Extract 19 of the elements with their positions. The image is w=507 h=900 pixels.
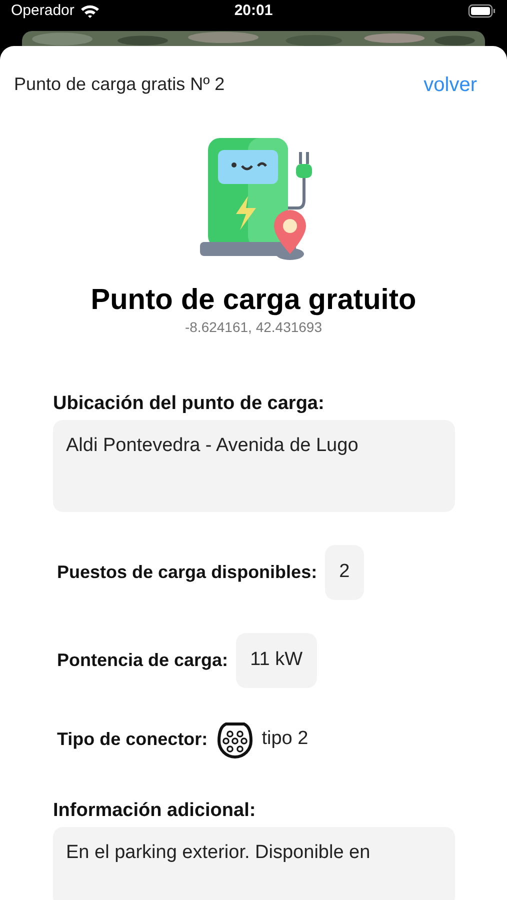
status-time: 20:01	[234, 1, 273, 21]
sheet-title: Punto de carga gratis Nº 2	[14, 73, 225, 96]
additional-label: Información adicional:	[53, 798, 257, 822]
wifi-icon	[80, 4, 100, 18]
battery-icon	[468, 4, 496, 18]
station-title: Punto de carga gratuito	[90, 282, 418, 318]
value-field[interactable]: 2	[325, 544, 364, 600]
additional-text: En el parking exterior. Disponible en	[66, 842, 370, 862]
detail-label: Tipo de conector:	[57, 728, 208, 751]
connector-type: tipo 2	[262, 727, 308, 752]
detail-label: Pontencia de carga:	[57, 648, 228, 672]
detail-label: Puestos de carga disponibles:	[57, 560, 318, 584]
coordinates: -8.624161, 42.431693	[184, 318, 323, 336]
location-label: Ubicación del punto de carga:	[53, 392, 326, 416]
value-field[interactable]: 11 kW	[236, 632, 316, 688]
location-field[interactable]: Aldi Pontevedra - Avenida de Lugo	[53, 420, 455, 512]
carrier-name: Operador	[11, 1, 74, 21]
additional-field[interactable]: En el parking exterior. Disponible en	[53, 826, 455, 900]
connector-icon	[216, 720, 254, 758]
